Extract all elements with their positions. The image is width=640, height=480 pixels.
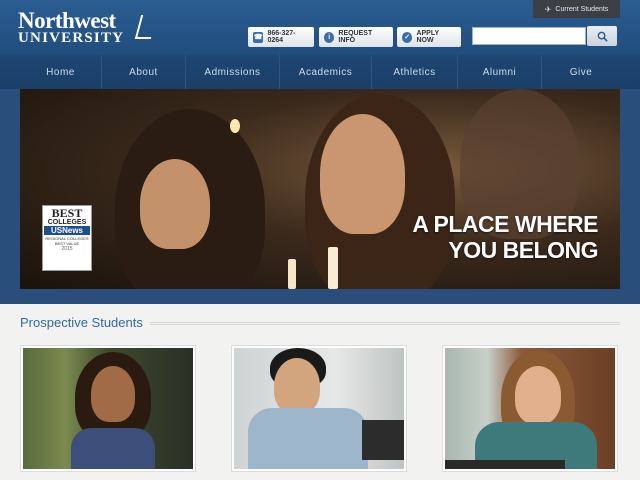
search-button[interactable] bbox=[587, 26, 617, 46]
candle-icon bbox=[288, 259, 296, 289]
phone-icon: ☎ bbox=[253, 31, 264, 43]
logo-wordmark-bottom: UNIVERSITY bbox=[18, 30, 125, 46]
student-figure bbox=[274, 358, 320, 414]
nav-item-admissions[interactable]: Admissions bbox=[186, 55, 280, 89]
hero-tagline-line1: A PLACE WHERE bbox=[412, 211, 598, 237]
apply-now-button[interactable]: ✓ APPLY NOW bbox=[397, 27, 461, 47]
info-icon: i bbox=[324, 31, 335, 43]
badge-line-colleges: COLLEGES bbox=[47, 219, 87, 226]
hero-tagline: A PLACE WHERE YOU BELONG bbox=[412, 211, 598, 263]
hero-figure bbox=[140, 159, 210, 249]
best-colleges-badge: BEST COLLEGES USNews REGIONAL COLLEGES B… bbox=[42, 205, 92, 271]
search-input[interactable] bbox=[472, 27, 586, 45]
eagle-icon: ✈ bbox=[544, 4, 552, 14]
badge-line-category: REGIONAL COLLEGES BEST VALUE bbox=[45, 236, 89, 246]
section-title: Prospective Students bbox=[20, 315, 143, 330]
student-photo bbox=[23, 348, 193, 469]
phone-number: 866-327-0264 bbox=[267, 30, 296, 44]
laptop-icon bbox=[362, 420, 404, 460]
nav-item-athletics[interactable]: Athletics bbox=[372, 55, 458, 89]
badge-line-best: BEST bbox=[51, 206, 83, 220]
site-header: Northwest UNIVERSITY ✈ Current Students … bbox=[0, 0, 640, 55]
student-figure bbox=[515, 366, 561, 424]
apply-now-label: APPLY NOW bbox=[416, 30, 440, 44]
student-figure bbox=[91, 366, 135, 422]
student-photo-card[interactable] bbox=[231, 345, 407, 472]
student-photo-card[interactable] bbox=[20, 345, 196, 472]
student-figure bbox=[71, 428, 155, 469]
current-students-label: Current Students bbox=[555, 5, 609, 13]
nav-item-give[interactable]: Give bbox=[542, 55, 620, 89]
request-info-label: REQUEST INFO bbox=[338, 30, 373, 44]
nav-item-about[interactable]: About bbox=[102, 55, 186, 89]
request-info-button[interactable]: i REQUEST INFO bbox=[319, 27, 393, 47]
check-icon: ✓ bbox=[402, 31, 413, 43]
nav-item-alumni[interactable]: Alumni bbox=[458, 55, 542, 89]
phone-button[interactable]: ☎ 866-327-0264 bbox=[248, 27, 314, 47]
university-logo[interactable]: Northwest UNIVERSITY bbox=[18, 8, 158, 46]
nav-item-academics[interactable]: Academics bbox=[280, 55, 372, 89]
badge-line-usnews: USNews bbox=[44, 226, 90, 235]
section-divider bbox=[150, 322, 620, 325]
candle-icon bbox=[328, 247, 338, 289]
main-nav: Home About Admissions Academics Athletic… bbox=[0, 55, 640, 89]
laptop-icon bbox=[445, 460, 565, 469]
nav-item-home[interactable]: Home bbox=[20, 55, 102, 89]
student-figure bbox=[248, 408, 368, 469]
student-photo bbox=[234, 348, 404, 469]
logo-wordmark-top: Northwest bbox=[18, 8, 116, 33]
search-icon bbox=[597, 31, 608, 42]
student-photo-card[interactable] bbox=[442, 345, 618, 472]
hero-tagline-line2: YOU BELONG bbox=[448, 237, 598, 263]
student-photo bbox=[445, 348, 615, 469]
hero-banner[interactable]: BEST COLLEGES USNews REGIONAL COLLEGES B… bbox=[20, 89, 620, 289]
candle-icon bbox=[230, 119, 240, 133]
badge-line-year: 2015 bbox=[61, 246, 73, 252]
current-students-link[interactable]: ✈ Current Students bbox=[533, 0, 620, 18]
hero-figure bbox=[320, 114, 405, 234]
